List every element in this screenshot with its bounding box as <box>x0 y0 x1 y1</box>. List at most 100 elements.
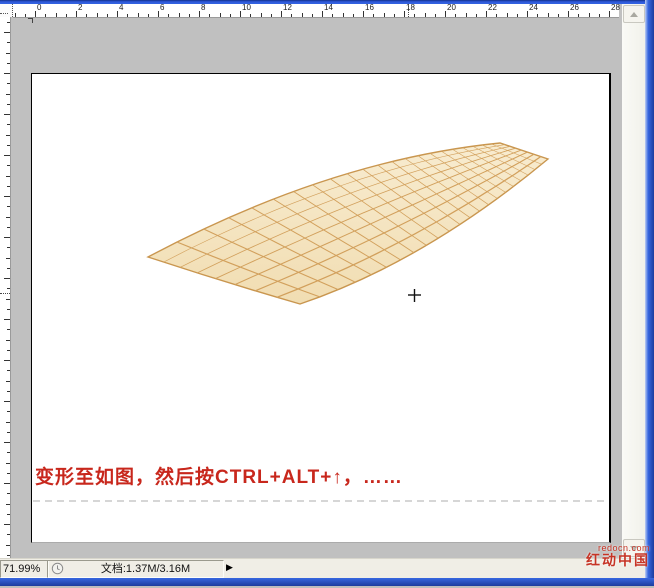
ruler-tick <box>220 13 221 17</box>
ruler-tick <box>7 247 10 248</box>
window-top-edge <box>0 0 654 4</box>
horizontal-ruler[interactable]: 0246810121416182022242628 <box>13 4 619 18</box>
ruler-number: 20 <box>447 4 456 12</box>
ruler-tick <box>517 14 518 17</box>
ruler-tick <box>240 11 241 17</box>
ruler-tick <box>7 145 10 146</box>
ruler-tick <box>158 11 159 17</box>
ruler-tick <box>6 217 10 218</box>
ruler-number: 22 <box>488 4 497 12</box>
ruler-tick <box>537 14 538 17</box>
ruler-tick <box>302 13 303 17</box>
ruler-tick <box>6 53 10 54</box>
ruler-cursor-marker-x <box>408 4 409 17</box>
ruler-tick <box>4 524 10 525</box>
ruler-number: 28 <box>611 4 620 12</box>
ruler-number: 16 <box>365 4 374 12</box>
ruler-tick <box>6 422 10 423</box>
ruler-tick <box>4 360 10 361</box>
ruler-tick <box>609 11 610 17</box>
ruler-tick <box>558 14 559 17</box>
ruler-tick <box>86 14 87 17</box>
status-menu-arrow[interactable]: ▶ <box>226 562 233 573</box>
ruler-tick <box>548 13 549 17</box>
ruler-tick <box>568 11 569 17</box>
ruler-tick <box>312 14 313 17</box>
ruler-number: 0 <box>37 4 41 12</box>
ruler-tick <box>466 13 467 17</box>
photoshop-document-window: 0246810121416182022242628 变形至如图，然后按CTRL+… <box>0 0 654 588</box>
ruler-tick <box>7 186 10 187</box>
scroll-up-icon <box>630 12 638 17</box>
ruler-tick <box>7 534 10 535</box>
ruler-tick <box>291 14 292 17</box>
ruler-tick <box>209 14 210 17</box>
ruler-tick <box>455 14 456 17</box>
ruler-tick <box>4 32 10 33</box>
ruler-tick <box>25 14 26 17</box>
ruler-tick <box>476 14 477 17</box>
ruler-tick <box>414 14 415 17</box>
ruler-tick <box>6 340 10 341</box>
ruler-tick <box>4 114 10 115</box>
ruler-tick <box>589 13 590 17</box>
ruler-tick <box>7 42 10 43</box>
ruler-tick <box>7 411 10 412</box>
ruler-tick <box>7 288 10 289</box>
ruler-origin-dash <box>0 13 8 14</box>
ruler-tick <box>7 493 10 494</box>
ruler-tick <box>527 11 528 17</box>
ruler-cursor-marker-y <box>0 293 10 294</box>
ruler-number: 6 <box>160 4 164 12</box>
ruler-tick <box>6 258 10 259</box>
ruler-corner-box[interactable] <box>0 4 13 17</box>
ruler-tick <box>6 504 10 505</box>
ruler-tick <box>4 442 10 443</box>
ruler-tick <box>353 14 354 17</box>
ruler-tick <box>7 63 10 64</box>
ruler-tick <box>4 278 10 279</box>
ruler-number: 8 <box>201 4 205 12</box>
ruler-tick <box>486 11 487 17</box>
vertical-scrollbar[interactable] <box>622 4 645 558</box>
ruler-number: 12 <box>283 4 292 12</box>
status-bar: 71.99% 文档:1.37M/3.16M ▶ <box>0 558 646 579</box>
ruler-number: 2 <box>78 4 82 12</box>
ruler-tick <box>230 14 231 17</box>
document-size-info: 文档:1.37M/3.16M <box>68 561 223 577</box>
ruler-tick <box>261 13 262 17</box>
clock-icon <box>51 562 64 575</box>
ruler-tick <box>15 13 16 17</box>
ruler-tick <box>56 13 57 17</box>
ruler-tick <box>363 11 364 17</box>
ruler-tick <box>35 11 36 17</box>
zoom-level-field[interactable]: 71.99% <box>0 560 49 578</box>
ruler-tick <box>332 14 333 17</box>
ruler-tick <box>6 176 10 177</box>
ruler-tick <box>7 104 10 105</box>
ruler-number: 14 <box>324 4 333 12</box>
ruler-tick <box>7 452 10 453</box>
ruler-tick <box>4 237 10 238</box>
ruler-tick <box>322 11 323 17</box>
ruler-tick <box>107 14 108 17</box>
vertical-ruler[interactable] <box>0 17 11 558</box>
watermark: redocn.com 红动中国 <box>586 544 650 567</box>
ruler-tick <box>578 14 579 17</box>
guide-corner-mark <box>28 18 33 23</box>
ruler-tick <box>4 155 10 156</box>
ruler-tick <box>4 483 10 484</box>
ruler-tick <box>117 11 118 17</box>
ruler-tick <box>271 14 272 17</box>
ruler-tick <box>138 13 139 17</box>
ruler-tick <box>445 11 446 17</box>
ruler-tick <box>7 124 10 125</box>
window-right-edge <box>645 0 654 588</box>
ruler-tick <box>7 309 10 310</box>
ruler-tick <box>45 14 46 17</box>
scroll-up-button[interactable] <box>623 5 645 23</box>
ruler-tick <box>4 196 10 197</box>
ruler-tick <box>4 73 10 74</box>
ruler-tick <box>6 299 10 300</box>
ruler-tick <box>6 381 10 382</box>
